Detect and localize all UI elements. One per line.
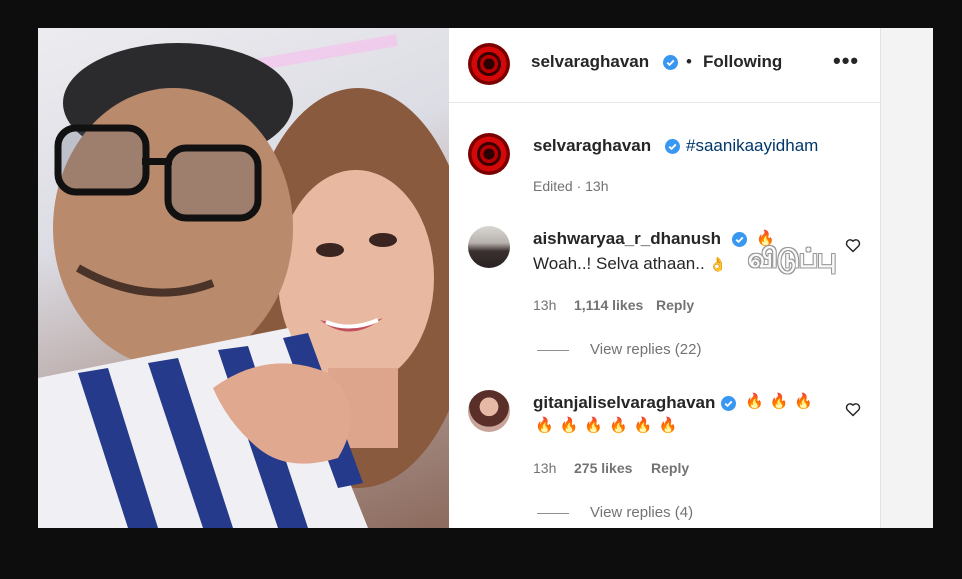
author-username[interactable]: selvaraghavan — [531, 52, 649, 72]
screenshot-frame: selvaraghavan • Following ••• selvaragha… — [38, 28, 933, 528]
site-watermark: விடுப்பு — [748, 244, 836, 274]
selfie-illustration — [38, 34, 449, 528]
author-avatar[interactable] — [468, 43, 510, 85]
comment-likes[interactable]: 275 likes — [574, 460, 632, 476]
comment-likes[interactable]: 1,114 likes — [574, 297, 643, 313]
like-heart-icon[interactable] — [845, 238, 861, 253]
view-replies-button[interactable]: View replies (4) — [590, 504, 693, 521]
fire-emoji-icon: 🔥 — [745, 393, 764, 410]
fire-emoji-icon: 🔥 — [658, 417, 678, 434]
view-replies-line — [537, 513, 569, 514]
fire-emoji-icon: 🔥 — [633, 417, 653, 434]
view-replies-line — [537, 350, 569, 351]
fire-emoji-icon: 🔥 — [769, 393, 789, 410]
commenter-avatar[interactable] — [468, 226, 510, 268]
commenter-avatar[interactable] — [468, 390, 510, 432]
view-replies-button[interactable]: View replies (22) — [590, 341, 701, 358]
comment-username[interactable]: aishwaryaa_r_dhanush — [533, 229, 721, 249]
fire-emoji-row: 🔥 🔥 🔥 — [745, 392, 819, 411]
caption-author-username[interactable]: selvaraghavan — [533, 136, 651, 156]
reply-button[interactable]: Reply — [656, 297, 694, 313]
fire-emoji-icon: 🔥 — [609, 417, 628, 434]
verified-badge-icon — [732, 232, 747, 247]
caption-edited-meta: Edited · 13h — [533, 178, 609, 194]
reply-button[interactable]: Reply — [651, 460, 689, 476]
more-options-icon[interactable]: ••• — [833, 48, 859, 74]
post-header: selvaraghavan • Following ••• — [449, 28, 880, 103]
follow-separator: • — [686, 52, 692, 71]
fire-emoji-icon: 🔥 — [794, 393, 814, 410]
comment-text: 🔥 🔥 🔥 🔥 🔥 🔥 — [535, 416, 683, 435]
comment-time: 13h — [533, 297, 557, 313]
comment-username[interactable]: gitanjaliselvaraghavan — [533, 393, 715, 413]
verified-badge-icon — [721, 396, 736, 411]
like-heart-icon[interactable] — [845, 402, 861, 417]
verified-badge-icon — [663, 55, 678, 70]
comment-text: Woah..! Selva athaan.. 👌 — [533, 254, 727, 274]
following-button[interactable]: Following — [703, 52, 782, 72]
post-side-panel: selvaraghavan • Following ••• selvaragha… — [449, 28, 880, 528]
fire-emoji-icon: 🔥 — [559, 417, 579, 434]
post-photo[interactable] — [38, 28, 449, 528]
ok-hand-emoji-icon: 👌 — [709, 256, 727, 272]
fire-emoji-icon: 🔥 — [535, 417, 554, 434]
fire-emoji-icon: 🔥 — [584, 417, 604, 434]
verified-badge-icon — [665, 139, 680, 154]
comment-time: 13h — [533, 460, 557, 476]
right-gutter — [880, 28, 933, 528]
comment-text-body: Woah..! Selva athaan.. — [533, 254, 705, 273]
caption-hashtag[interactable]: #saanikaayidham — [686, 136, 818, 156]
caption-author-avatar[interactable] — [468, 133, 510, 175]
